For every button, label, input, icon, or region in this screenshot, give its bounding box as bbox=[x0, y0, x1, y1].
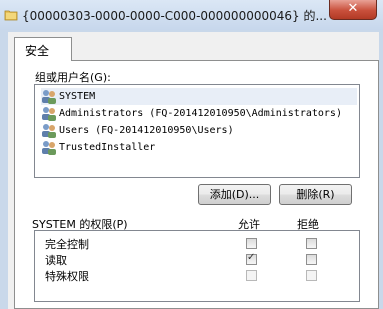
user-name: Users (FQ-201412010950\Users) bbox=[59, 125, 234, 136]
permissions-table: 完全控制 读取 特殊权限 bbox=[34, 230, 360, 302]
allow-checkbox-read[interactable] bbox=[246, 252, 257, 265]
close-button[interactable]: ✕ bbox=[329, 0, 377, 20]
close-icon: ✕ bbox=[347, 1, 359, 16]
list-item-system[interactable]: SYSTEM bbox=[41, 88, 357, 105]
user-group-icon bbox=[42, 124, 56, 138]
add-button[interactable]: 添加(D)... bbox=[198, 184, 271, 205]
list-item-trustedinstaller[interactable]: TrustedInstaller bbox=[41, 139, 357, 156]
user-name: TrustedInstaller bbox=[59, 142, 156, 153]
permission-name: 读取 bbox=[45, 254, 67, 267]
user-group-icon bbox=[42, 107, 56, 121]
remove-button[interactable]: 删除(R) bbox=[279, 184, 352, 205]
list-item-administrators[interactable]: Administrators (FQ-201412010950\Administ… bbox=[41, 105, 357, 122]
permission-row: 读取 bbox=[45, 252, 67, 268]
folder-icon bbox=[4, 10, 18, 21]
deny-checkbox-full-control[interactable] bbox=[306, 238, 317, 249]
user-list[interactable]: SYSTEM Administrators (FQ-201412010950\A… bbox=[34, 84, 360, 178]
group-user-label: 组或用户名(G): bbox=[35, 71, 111, 84]
permission-name: 特殊权限 bbox=[45, 270, 89, 283]
deny-checkbox-read[interactable] bbox=[306, 254, 317, 265]
window-title: {00000303-0000-0000-C000-000000000046} 的… bbox=[22, 9, 327, 23]
user-group-icon bbox=[42, 90, 56, 104]
allow-checkbox-full-control[interactable] bbox=[246, 238, 257, 249]
list-item-users[interactable]: Users (FQ-201412010950\Users) bbox=[41, 122, 357, 139]
permission-name: 完全控制 bbox=[45, 238, 89, 251]
user-group-icon bbox=[42, 141, 56, 155]
user-name: SYSTEM bbox=[59, 91, 96, 102]
user-name: Administrators (FQ-201412010950\Administ… bbox=[59, 108, 342, 119]
permission-row: 完全控制 bbox=[45, 236, 89, 252]
allow-checkbox-special bbox=[246, 270, 257, 281]
title-bar: {00000303-0000-0000-C000-000000000046} 的… bbox=[0, 0, 383, 30]
deny-checkbox-special bbox=[306, 270, 317, 281]
tab-security[interactable]: 安全 bbox=[14, 37, 72, 61]
permission-row: 特殊权限 bbox=[45, 268, 89, 284]
tab-security-label: 安全 bbox=[25, 44, 50, 58]
